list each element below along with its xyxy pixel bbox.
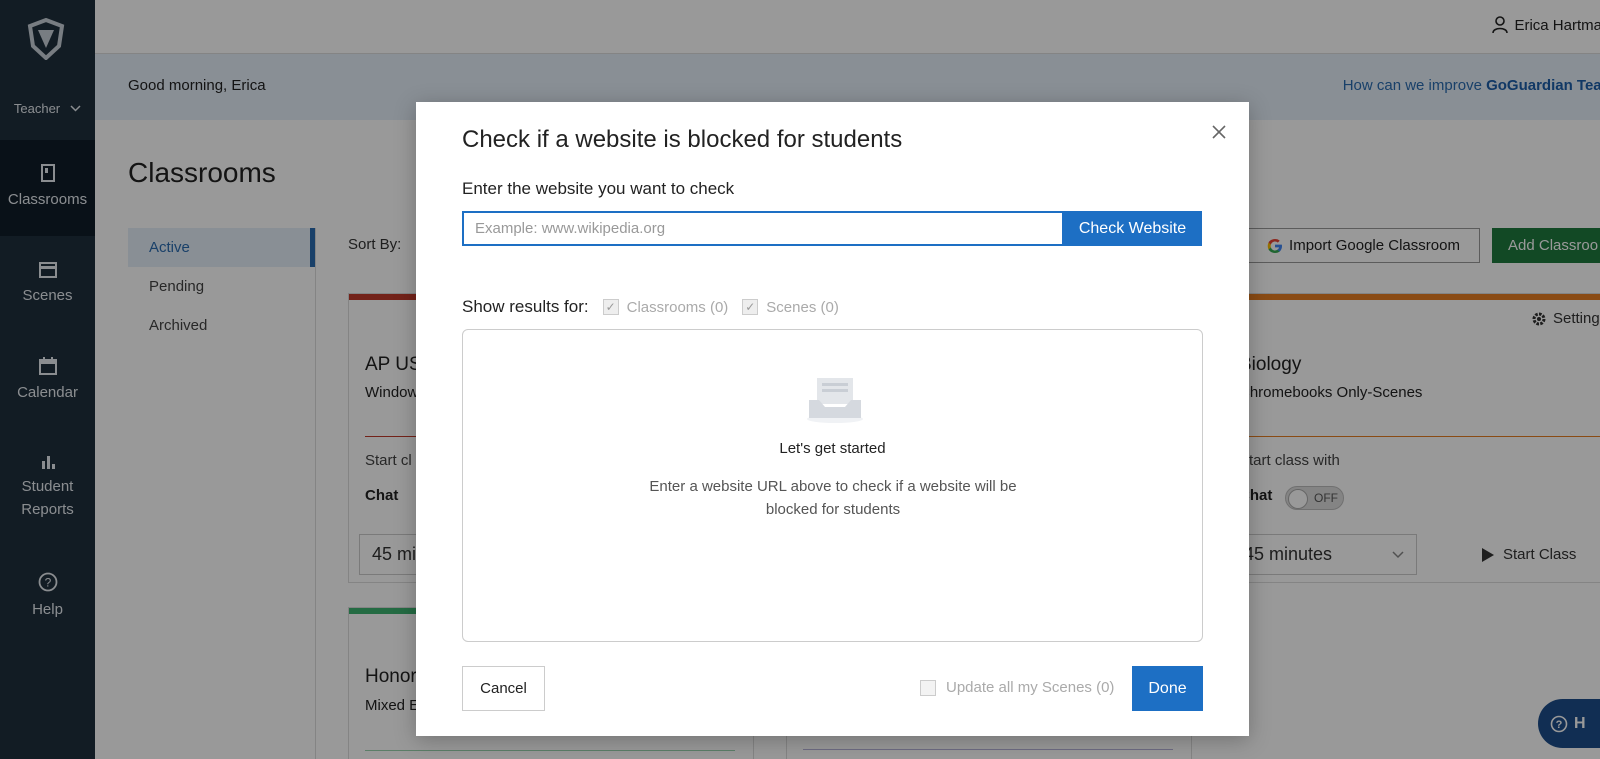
empty-state-description: Enter a website URL above to check if a …: [649, 478, 1017, 518]
filter-classrooms-label: Classrooms (0): [626, 298, 729, 316]
check-website-button[interactable]: Check Website: [1063, 211, 1202, 246]
empty-state-title: Let's get started: [779, 440, 886, 457]
close-icon[interactable]: [1209, 122, 1229, 142]
inbox-icon: [807, 378, 863, 423]
checkmark-icon: ✓: [742, 299, 759, 315]
show-results-row: Show results for: ✓ Classrooms (0) ✓ Sce…: [462, 297, 839, 317]
update-scenes-label: Update all my Scenes (0): [946, 679, 1115, 696]
cancel-button[interactable]: Cancel: [462, 666, 545, 711]
website-url-input[interactable]: [462, 211, 1064, 246]
show-results-label: Show results for:: [462, 297, 589, 316]
update-scenes-checkbox[interactable]: Update all my Scenes (0): [920, 679, 1114, 696]
check-website-modal: Check if a website is blocked for studen…: [416, 102, 1249, 736]
website-field-label: Enter the website you want to check: [462, 179, 735, 198]
filter-scenes-checkbox[interactable]: ✓ Scenes (0): [742, 299, 839, 316]
results-panel: Let's get started Enter a website URL ab…: [462, 329, 1203, 642]
done-button[interactable]: Done: [1132, 666, 1203, 711]
checkbox-box: [920, 679, 936, 696]
filter-scenes-label: Scenes (0): [766, 298, 839, 316]
checkmark-icon: ✓: [602, 299, 619, 315]
filter-classrooms-checkbox[interactable]: ✓ Classrooms (0): [602, 298, 729, 316]
modal-title: Check if a website is blocked for studen…: [462, 126, 903, 153]
